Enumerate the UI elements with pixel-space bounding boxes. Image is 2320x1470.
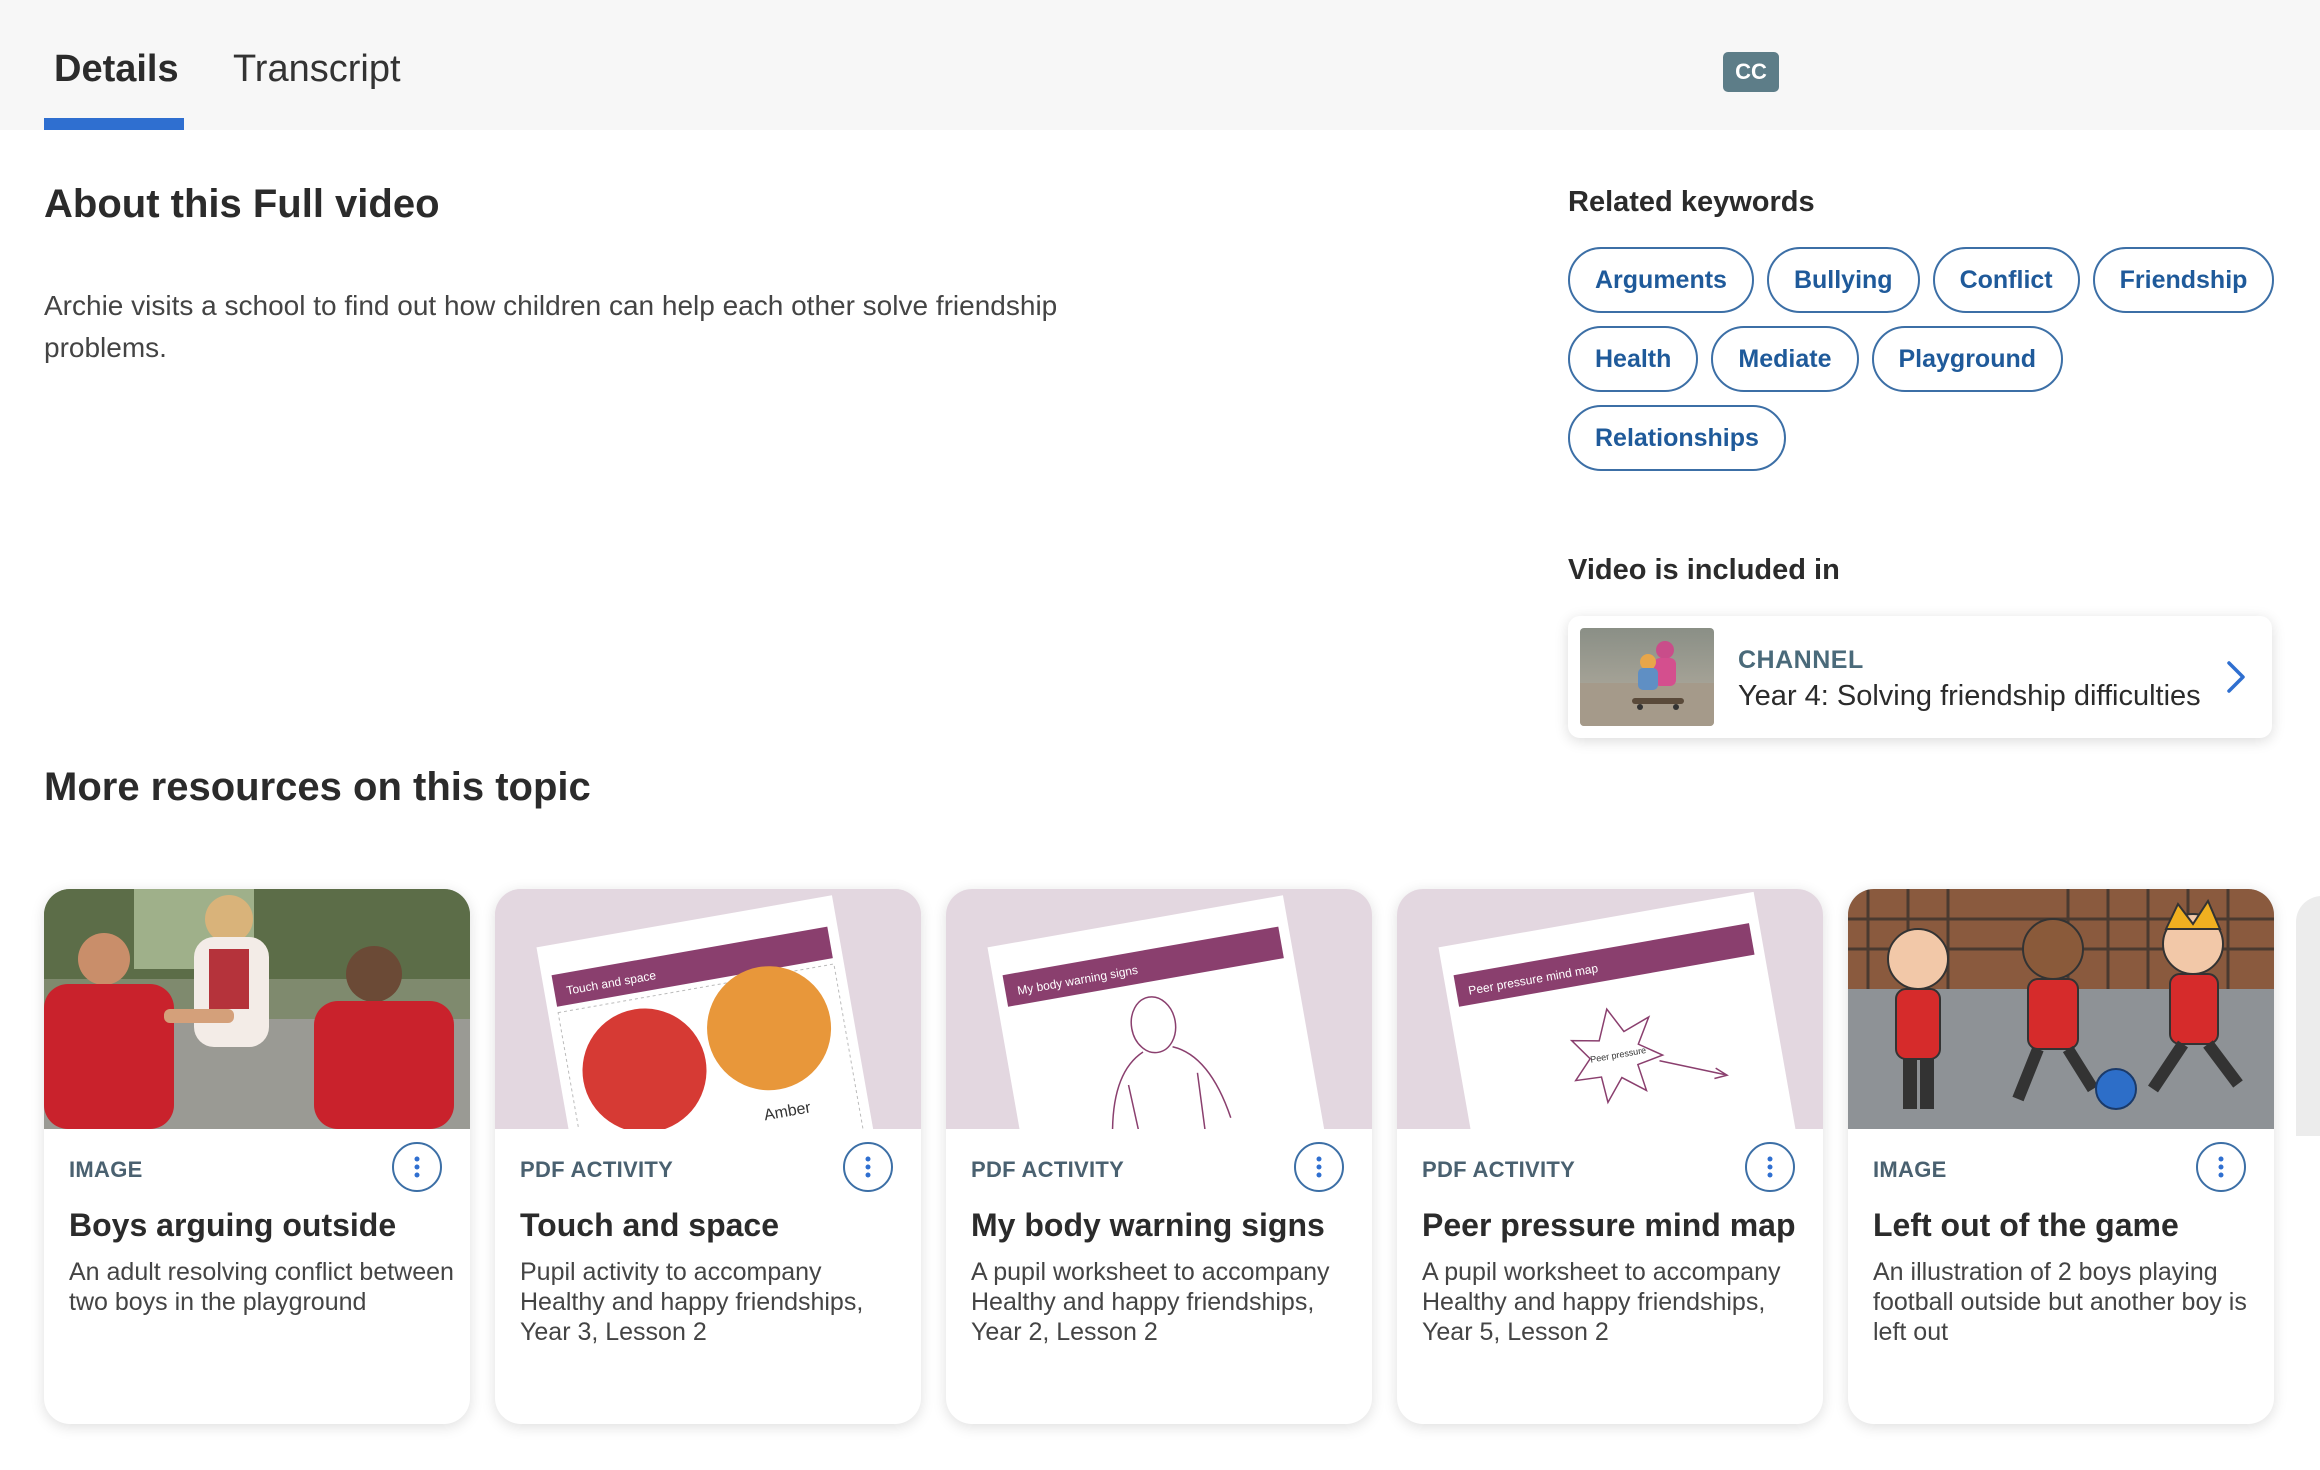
keyword-friendship[interactable]: Friendship	[2092, 247, 2275, 313]
resource-title: My body warning signs	[971, 1207, 1325, 1243]
resource-description: A pupil worksheet to accompany Healthy a…	[1422, 1258, 1781, 1346]
more-options-icon[interactable]	[1294, 1142, 1344, 1192]
tab-bar: Details Transcript CC	[0, 0, 2320, 130]
resource-type: PDF ACTIVITY	[1422, 1157, 1576, 1182]
resource-card[interactable]: My body warning signs PDF ACTIVITY My bo…	[946, 889, 1372, 1424]
resource-thumbnail	[44, 889, 470, 1129]
included-in-label: Video is included in	[1568, 554, 1840, 586]
active-tab-indicator	[44, 118, 184, 130]
resource-description: Pupil activity to accompany Healthy and …	[520, 1258, 864, 1346]
resource-title: Boys arguing outside	[69, 1207, 397, 1243]
next-card-peek[interactable]	[2296, 896, 2320, 1136]
resource-type: IMAGE	[69, 1157, 143, 1182]
more-options-icon[interactable]	[392, 1142, 442, 1192]
resource-thumbnail: My body warning signs	[946, 889, 1372, 1129]
keyword-relationships[interactable]: Relationships	[1568, 405, 1786, 471]
keyword-bullying[interactable]: Bullying	[1766, 247, 1920, 313]
related-keywords-label: Related keywords	[1568, 186, 1815, 218]
resource-thumbnail: Touch and space Amber	[495, 889, 921, 1129]
closed-captions-badge[interactable]: CC	[1723, 52, 1779, 92]
channel-kind: CHANNEL	[1738, 646, 1864, 674]
resource-description: An illustration of 2 boys playing footba…	[1873, 1258, 2247, 1346]
chevron-right-icon	[2222, 660, 2250, 694]
more-options-icon[interactable]	[1745, 1142, 1795, 1192]
tab-transcript[interactable]: Transcript	[233, 48, 401, 91]
more-resources-title: More resources on this topic	[44, 765, 591, 809]
resource-title: Touch and space	[520, 1207, 780, 1243]
channel-card[interactable]: CHANNEL Year 4: Solving friendship diffi…	[1568, 616, 2272, 738]
resource-type: IMAGE	[1873, 1157, 1947, 1182]
keyword-list: Arguments Bullying Conflict Friendship H…	[1568, 247, 2288, 471]
resource-card[interactable]: Peer pressure mind map Peer pressure PDF…	[1397, 889, 1823, 1424]
resource-title: Left out of the game	[1873, 1207, 2179, 1243]
resource-description: A pupil worksheet to accompany Healthy a…	[971, 1258, 1330, 1346]
channel-thumbnail	[1580, 628, 1714, 726]
resource-card[interactable]: Touch and space Amber PDF ACTIVITY Touch…	[495, 889, 921, 1424]
more-options-icon[interactable]	[843, 1142, 893, 1192]
resource-card[interactable]: IMAGE Boys arguing outside An adult reso…	[44, 889, 470, 1424]
tab-details[interactable]: Details	[54, 48, 179, 91]
resource-card-list: IMAGE Boys arguing outside An adult reso…	[44, 889, 2320, 1429]
resource-thumbnail	[1848, 889, 2274, 1129]
keyword-conflict[interactable]: Conflict	[1932, 247, 2080, 313]
resource-description: An adult resolving conflict between two …	[69, 1258, 454, 1316]
resource-type: PDF ACTIVITY	[971, 1157, 1125, 1182]
resource-card[interactable]: IMAGE Left out of the game An illustrati…	[1848, 889, 2274, 1424]
about-description: Archie visits a school to find out how c…	[44, 290, 1058, 363]
keyword-mediate[interactable]: Mediate	[1711, 326, 1859, 392]
keyword-arguments[interactable]: Arguments	[1568, 247, 1754, 313]
keyword-playground[interactable]: Playground	[1871, 326, 2064, 392]
more-options-icon[interactable]	[2196, 1142, 2246, 1192]
resource-thumbnail: Peer pressure mind map Peer pressure	[1397, 889, 1823, 1129]
channel-title: Year 4: Solving friendship difficulties	[1738, 680, 2201, 712]
resource-title: Peer pressure mind map	[1422, 1207, 1796, 1243]
about-title: About this Full video	[44, 182, 440, 226]
resource-type: PDF ACTIVITY	[520, 1157, 674, 1182]
keyword-health[interactable]: Health	[1568, 326, 1699, 392]
